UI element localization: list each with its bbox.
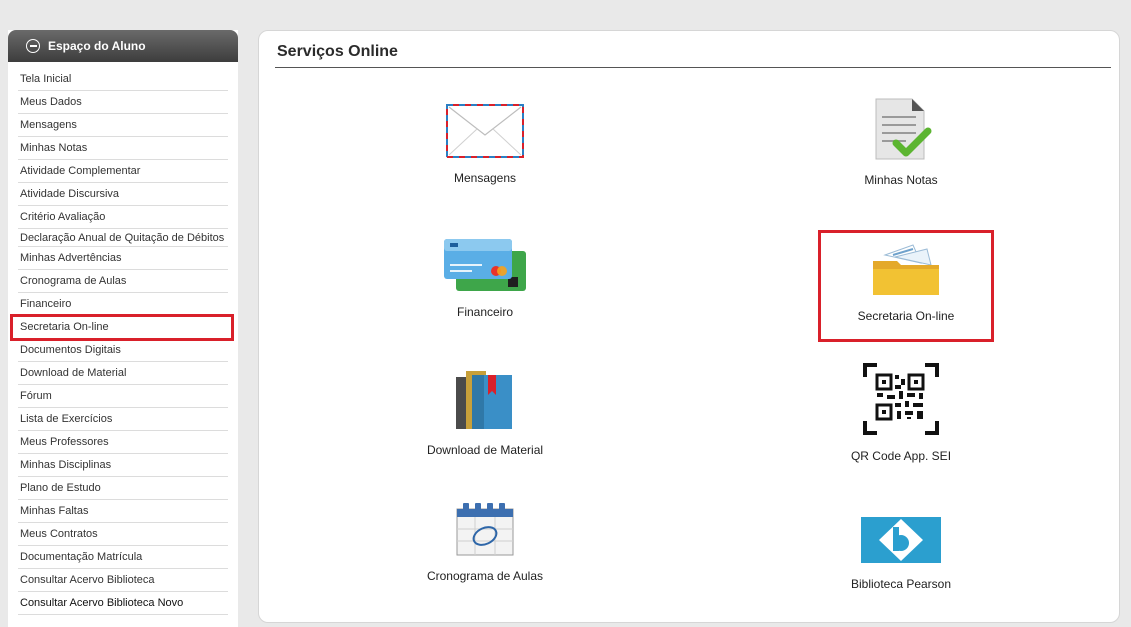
sidebar-item-minhas-disciplinas[interactable]: Minhas Disciplinas [18,454,228,477]
sidebar-item-download-material[interactable]: Download de Material [18,362,228,385]
sidebar-item-minhas-notas[interactable]: Minhas Notas [18,137,228,160]
sidebar-item-criterio-avaliacao[interactable]: Critério Avaliação [18,206,228,229]
sidebar-item-atividade-discursiva[interactable]: Atividade Discursiva [18,183,228,206]
tile-label: Biblioteca Pearson [850,577,952,591]
sidebar-item-declaracao-quitacao[interactable]: Declaração Anual de Quitação de Débitos [18,229,228,247]
services-panel: Serviços Online Mensagens Minhas Notas F… [258,30,1120,623]
tile-cronograma-aulas[interactable]: Cronograma de Aulas [365,501,605,583]
sidebar-item-consultar-acervo-novo[interactable]: Consultar Acervo Biblioteca Novo [18,592,228,615]
sidebar-item-financeiro[interactable]: Financeiro [18,293,228,316]
sidebar-item-consultar-acervo[interactable]: Consultar Acervo Biblioteca [18,569,228,592]
tile-secretaria-online[interactable]: Secretaria On-line [818,230,994,342]
sidebar-item-meus-professores[interactable]: Meus Professores [18,431,228,454]
sidebar-item-atividade-complementar[interactable]: Atividade Complementar [18,160,228,183]
tile-download-material[interactable]: Download de Material [365,367,605,457]
sidebar: Espaço do Aluno Tela Inicial Meus Dados … [8,30,238,627]
sidebar-item-cronograma-aulas[interactable]: Cronograma de Aulas [18,270,228,293]
sidebar-item-plano-estudo[interactable]: Plano de Estudo [18,477,228,500]
sidebar-item-minhas-faltas[interactable]: Minhas Faltas [18,500,228,523]
envelope-icon [446,104,524,158]
sidebar-item-mensagens[interactable]: Mensagens [18,114,228,137]
tile-minhas-notas[interactable]: Minhas Notas [781,97,1021,187]
page-title: Serviços Online [277,43,398,60]
title-divider [275,67,1111,68]
sidebar-item-forum[interactable]: Fórum [18,385,228,408]
qr-code-icon [863,363,939,435]
calendar-icon [456,503,514,556]
folder-icon [873,244,939,295]
tile-label: Mensagens [453,171,517,185]
sidebar-item-secretaria-online[interactable]: Secretaria On-line [10,314,234,341]
sidebar-menu: Tela Inicial Meus Dados Mensagens Minhas… [8,68,238,615]
tile-biblioteca-pearson[interactable]: Biblioteca Pearson [781,515,1021,591]
sidebar-title: Espaço do Aluno [48,39,146,53]
sidebar-item-meus-contratos[interactable]: Meus Contratos [18,523,228,546]
tile-label: Minhas Notas [864,173,938,187]
pearson-logo-icon [861,517,941,563]
books-icon [456,371,512,429]
sidebar-item-documentacao-matricula[interactable]: Documentação Matrícula [18,546,228,569]
sidebar-item-minhas-advertencias[interactable]: Minhas Advertências [18,247,228,270]
sidebar-item-documentos-digitais[interactable]: Documentos Digitais [18,339,228,362]
document-check-icon [875,98,932,160]
tile-label: Financeiro [456,305,514,319]
sidebar-item-meus-dados[interactable]: Meus Dados [18,91,228,114]
tile-label: Cronograma de Aulas [426,569,544,583]
tile-label: Download de Material [426,443,544,457]
tile-financeiro[interactable]: Financeiro [365,235,605,319]
sidebar-item-tela-inicial[interactable]: Tela Inicial [18,68,228,91]
tile-qr-code[interactable]: QR Code App. SEI [781,361,1021,463]
collapse-icon [26,39,40,53]
sidebar-header[interactable]: Espaço do Aluno [8,30,238,62]
tile-mensagens[interactable]: Mensagens [365,103,605,185]
credit-card-icon [444,239,526,291]
sidebar-item-lista-exercicios[interactable]: Lista de Exercícios [18,408,228,431]
tile-label: QR Code App. SEI [850,449,952,463]
tile-label: Secretaria On-line [857,309,955,323]
